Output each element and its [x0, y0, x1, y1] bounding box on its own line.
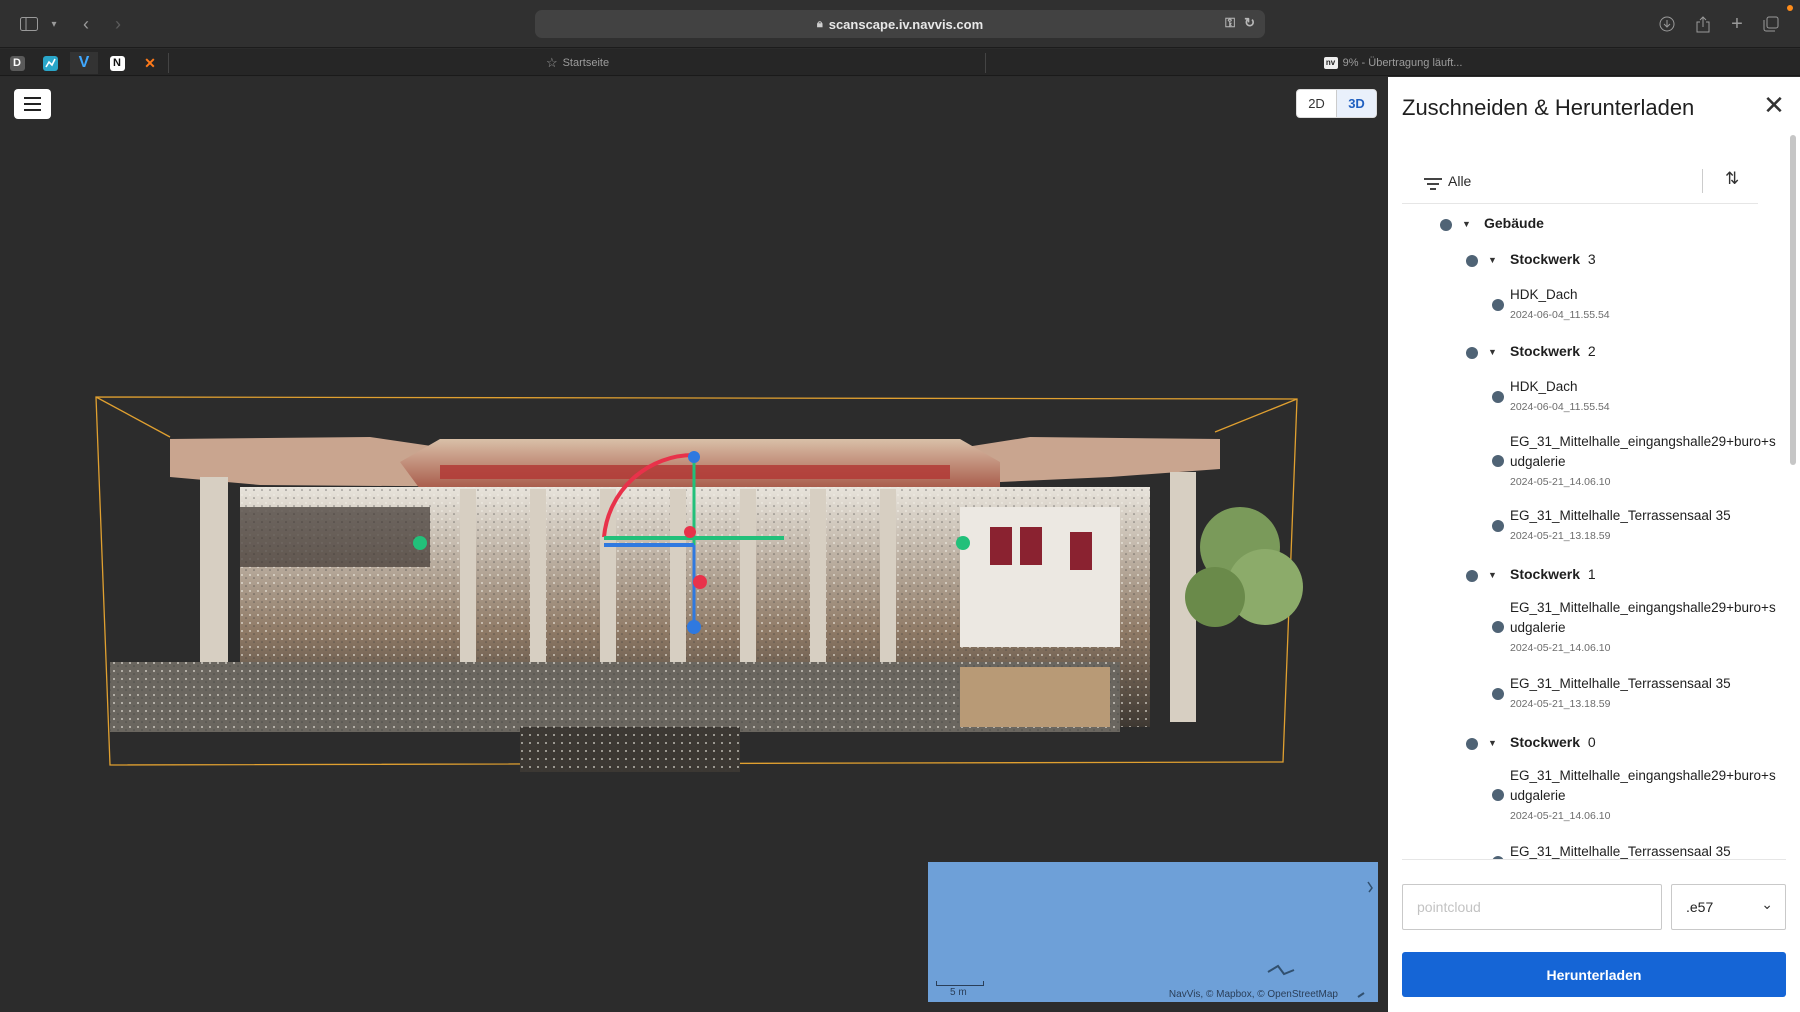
building-point-cloud: [110, 437, 1303, 772]
node-label: Stockwerk 2: [1510, 343, 1596, 359]
back-icon[interactable]: ‹: [76, 12, 96, 36]
pinned-tab-d[interactable]: D: [3, 52, 31, 74]
leaf-name: HDK_Dach: [1510, 379, 1578, 394]
minimap-features: [1267, 881, 1373, 998]
download-button[interactable]: Herunterladen: [1402, 952, 1786, 997]
visibility-dot[interactable]: [1492, 789, 1504, 801]
mode-2d-button[interactable]: 2D: [1297, 90, 1336, 117]
mode-3d-button[interactable]: 3D: [1336, 90, 1376, 117]
lock-icon: 🔒︎: [816, 17, 823, 30]
chevron-down-icon[interactable]: ▾: [48, 12, 60, 36]
visibility-dot[interactable]: [1492, 621, 1504, 633]
download-icon[interactable]: [1656, 12, 1678, 36]
leaf-date: 2024-06-04_11.55.54: [1510, 401, 1610, 413]
x-icon: ✕: [144, 54, 156, 71]
leaf-name: EG_31_Mittelhalle_eingangshalle29+buro+s…: [1510, 434, 1776, 469]
leaf-date: 2024-05-21_13.18.59: [1510, 698, 1611, 710]
tab-overview-icon[interactable]: [1760, 12, 1782, 36]
leaf-name: HDK_Dach: [1510, 287, 1578, 302]
divider: [1402, 859, 1786, 860]
visibility-dot[interactable]: [1466, 255, 1478, 267]
v-icon: V: [78, 54, 90, 71]
visibility-dot[interactable]: [1466, 570, 1478, 582]
filter-row: Alle ⇅: [1402, 169, 1758, 204]
visibility-dot[interactable]: [1492, 455, 1504, 467]
pinned-tab-app[interactable]: [36, 52, 64, 74]
forward-icon[interactable]: ›: [108, 12, 128, 36]
sidebar-toggle-icon[interactable]: [18, 12, 40, 36]
translate-icon[interactable]: ⚿: [1225, 15, 1235, 31]
navvis-icon: nv: [1323, 56, 1338, 69]
tab-startseite[interactable]: ☆ Startseite: [170, 49, 985, 76]
filter-icon[interactable]: [1424, 175, 1442, 193]
url-text: scanscape.iv.navvis.com: [828, 16, 984, 32]
pinned-tab-v[interactable]: V: [70, 52, 98, 74]
panel-title: Zuschneiden & Herunterladen: [1402, 95, 1695, 120]
visibility-dot[interactable]: [1466, 347, 1478, 359]
leaf-date: 2024-05-21_13.18.59: [1510, 530, 1611, 542]
app-icon: [42, 55, 58, 71]
caret-down-icon[interactable]: ▼: [1462, 219, 1471, 229]
reload-icon[interactable]: ↻: [1244, 15, 1255, 31]
tab-navvis-transfer[interactable]: nv 9% - Übertragung läuft...: [986, 49, 1800, 76]
close-icon[interactable]: ✕: [1760, 91, 1788, 119]
divider: [1702, 169, 1703, 193]
leaf-name: EG_31_Mittelhalle_eingangshalle29+buro+s…: [1510, 768, 1776, 803]
visibility-dot[interactable]: [1492, 299, 1504, 311]
dataset-tree: ▼ Gebäude ▼ Stockwerk 3 HDK_Dach 2024-06…: [1402, 213, 1782, 859]
caret-down-icon[interactable]: ▼: [1488, 347, 1497, 357]
visibility-dot[interactable]: [1492, 520, 1504, 532]
sort-icon[interactable]: ⇅: [1725, 169, 1739, 189]
crop-download-panel: Zuschneiden & Herunterladen ✕ Alle ⇅ ▼ G…: [1388, 77, 1800, 1012]
visibility-dot[interactable]: [1466, 738, 1478, 750]
notion-icon: N: [109, 55, 125, 71]
node-label: Gebäude: [1484, 215, 1544, 231]
map-attribution: NavVis, © Mapbox, © OpenStreetMap: [1168, 989, 1338, 1000]
leaf-name: EG_31_Mittelhalle_Terrassensaal 35: [1510, 676, 1731, 691]
filename-input[interactable]: [1402, 884, 1662, 930]
visibility-dot[interactable]: [1492, 688, 1504, 700]
pinned-tab-x[interactable]: ✕: [136, 52, 164, 74]
hamburger-menu-button[interactable]: [14, 89, 51, 119]
d-icon: D: [9, 55, 25, 71]
caret-down-icon[interactable]: ▼: [1488, 255, 1497, 265]
new-tab-icon[interactable]: +: [1726, 12, 1748, 36]
leaf-date: 2024-05-21_14.06.10: [1510, 810, 1611, 822]
tab-label: 9% - Übertragung läuft...: [1342, 56, 1463, 69]
panel-scrollbar[interactable]: [1790, 135, 1796, 465]
star-icon: ☆: [545, 54, 558, 70]
node-label: Stockwerk 0: [1510, 734, 1596, 750]
caret-down-icon[interactable]: ▼: [1488, 738, 1497, 748]
pinned-tab-notion[interactable]: N: [103, 52, 131, 74]
share-icon[interactable]: [1692, 12, 1714, 36]
browser-titlebar: ▾ ‹ › 🔒︎ scanscape.iv.navvis.com ⚿ ↻ +: [0, 0, 1800, 48]
filter-select[interactable]: Alle: [1448, 171, 1471, 191]
tab-label: Startseite: [562, 56, 610, 69]
visibility-dot[interactable]: [1492, 391, 1504, 403]
leaf-name: EG_31_Mittelhalle_Terrassensaal 35: [1510, 508, 1731, 523]
chevron-down-icon: ⌄: [1761, 896, 1773, 912]
caret-down-icon[interactable]: ▼: [1488, 570, 1497, 580]
address-bar[interactable]: 🔒︎ scanscape.iv.navvis.com ⚿ ↻: [535, 10, 1265, 38]
node-label: Stockwerk 1: [1510, 566, 1596, 582]
notification-dot: [1787, 5, 1793, 11]
visibility-dot[interactable]: [1440, 219, 1452, 231]
viewer-3d[interactable]: 2D 3D 5 m NavVis, © Mapbox, © OpenStreet…: [0, 77, 1388, 1012]
minimap[interactable]: 5 m NavVis, © Mapbox, © OpenStreetMap: [928, 862, 1378, 1002]
view-mode-toggle[interactable]: 2D 3D: [1296, 89, 1377, 118]
leaf-date: 2024-06-04_11.55.54: [1510, 309, 1610, 321]
tab-bar: D V N ✕ ☆ Startseite nv 9% - Übertragung…: [0, 49, 1800, 76]
leaf-date: 2024-05-21_14.06.10: [1510, 476, 1611, 488]
tab-separator: [168, 53, 169, 73]
leaf-name: EG_31_Mittelhalle_Terrassensaal 35: [1510, 844, 1731, 859]
node-label: Stockwerk 3: [1510, 251, 1596, 267]
map-scale: 5 m: [936, 981, 984, 998]
format-select[interactable]: .e57 ⌄: [1671, 884, 1786, 930]
format-value: .e57: [1686, 899, 1714, 915]
leaf-name: EG_31_Mittelhalle_eingangshalle29+buro+s…: [1510, 600, 1776, 635]
leaf-date: 2024-05-21_14.06.10: [1510, 642, 1611, 654]
